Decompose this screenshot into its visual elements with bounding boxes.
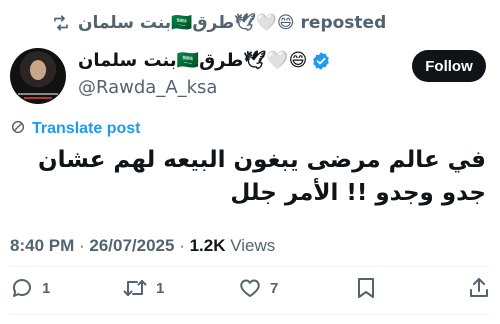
- display-name-row[interactable]: بنت سلمان🇸🇦طرق🕊🤍😄: [78, 50, 331, 71]
- post-metadata: 8:40 PM · 26/07/2025 · 1.2K Views: [10, 236, 275, 256]
- retweet-count: 1: [156, 279, 165, 297]
- post-time[interactable]: 8:40 PM: [10, 236, 74, 255]
- retweet-button[interactable]: 1: [122, 276, 164, 300]
- verified-badge-icon[interactable]: [311, 51, 331, 71]
- follow-button[interactable]: Follow: [412, 50, 486, 82]
- divider: [10, 266, 490, 267]
- like-button[interactable]: 7: [238, 276, 278, 300]
- repost-icon: [52, 14, 70, 32]
- reply-icon: [10, 276, 34, 300]
- reply-button[interactable]: 1: [10, 276, 50, 300]
- translate-post-row[interactable]: Translate post: [10, 119, 140, 139]
- meta-separator: ·: [174, 236, 190, 255]
- repost-indicator[interactable]: بنت سلمان🇸🇦طرق🕊🤍😄 reposted: [52, 10, 386, 36]
- avatar-caption-line: [24, 97, 52, 99]
- share-button[interactable]: [468, 276, 490, 300]
- bookmark-icon: [355, 276, 377, 300]
- translate-post-link[interactable]: Translate post: [32, 120, 140, 138]
- retweet-icon: [122, 276, 148, 300]
- divider: [10, 314, 490, 315]
- avatar-face: [30, 60, 46, 80]
- action-bar: 1 1 7: [10, 276, 490, 304]
- reply-count: 1: [42, 279, 51, 297]
- like-count: 7: [270, 279, 279, 297]
- views-label: Views: [225, 236, 276, 255]
- translate-icon: [10, 119, 26, 139]
- meta-separator: ·: [74, 236, 90, 255]
- heart-icon: [238, 276, 262, 300]
- user-handle[interactable]: @Rawda_A_ksa: [78, 77, 217, 98]
- share-icon: [468, 276, 490, 300]
- post-date[interactable]: 26/07/2025: [89, 236, 174, 255]
- avatar[interactable]: [10, 48, 66, 104]
- views-count[interactable]: 1.2K: [190, 236, 226, 255]
- avatar-caption-line: [18, 93, 58, 95]
- tweet-text: في عالم مرضى يبغون البيعه لهم عشان جدو و…: [38, 147, 486, 206]
- repost-label: بنت سلمان🇸🇦طرق🕊🤍😄 reposted: [78, 13, 387, 33]
- display-name[interactable]: بنت سلمان🇸🇦طرق🕊🤍😄: [78, 50, 307, 71]
- post-header: بنت سلمان🇸🇦طرق🕊🤍😄 @Rawda_A_ksa Follow: [10, 46, 486, 104]
- bookmark-button[interactable]: [355, 276, 377, 300]
